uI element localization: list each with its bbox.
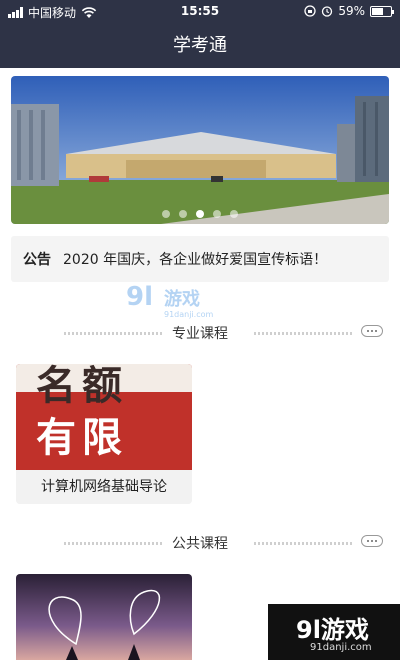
nav-bar: 学考通 [0,24,400,68]
svg-text:91danji.com: 91danji.com [164,310,214,319]
section-header-professional: 专业课程 [0,321,400,345]
status-right: 59% [304,4,394,18]
carousel-dot[interactable] [213,210,221,218]
watermark-logo-image: 9l 游戏 91danji.com [126,282,214,319]
course-card[interactable]: 名额 有限 计算机网络基础导论 [16,364,192,504]
carousel-indicators [11,210,389,218]
more-icon[interactable] [361,325,383,337]
section-header-public: 公共课程 [0,531,400,555]
battery-percent: 59% [338,4,365,18]
status-bar: 中国移动 15:55 59% [0,0,400,24]
watermark-logo: 9l 游戏 91danji.com [124,281,224,325]
watermark-corner: 9l游戏 91danji.com [268,604,400,660]
cover-text-line2: 有限 [36,415,128,461]
course-card-public[interactable] [16,574,192,660]
course-cover-hearts [16,574,192,660]
carousel-dot[interactable] [230,210,238,218]
rotation-lock-icon [304,5,316,17]
svg-text:游戏: 游戏 [164,288,200,310]
carousel-dot[interactable] [179,210,187,218]
carousel-dot-active[interactable] [196,210,204,218]
carousel-dot[interactable] [162,210,170,218]
battery-icon [370,5,394,17]
divider-line [254,332,354,335]
banner-image [11,76,389,224]
watermark-corner-site: 91danji.com [310,642,372,653]
svg-text:9l: 9l [126,282,153,312]
watermark-corner-logo: 9l游戏 [296,616,369,644]
more-icon[interactable] [361,535,383,547]
banner-carousel[interactable] [11,76,389,224]
notice-bar[interactable]: 公告 2020 年国庆，各企业做好爱国宣传标语！ [11,236,389,282]
app-title: 学考通 [173,35,227,56]
divider-line [254,542,354,545]
alarm-icon [322,6,333,17]
course-title: 计算机网络基础导论 [16,470,192,504]
notice-tag: 公告 [23,252,51,268]
course-cover: 名额 有限 [16,364,192,470]
notice-text: 2020 年国庆，各企业做好爱国宣传标语！ [63,252,328,268]
cover-text-line1: 名额 [36,364,128,409]
